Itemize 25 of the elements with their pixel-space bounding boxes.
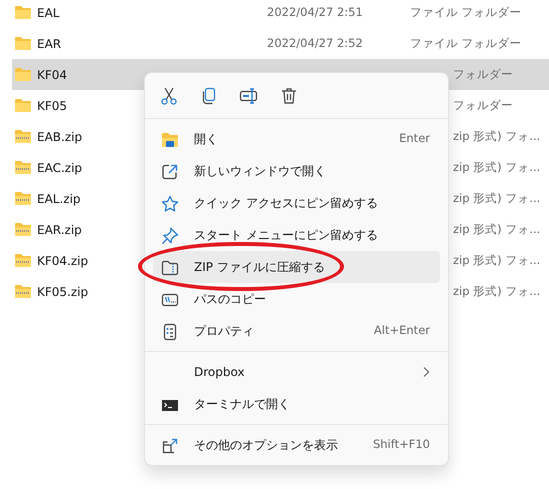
file-type: ファイル フォルダー xyxy=(410,4,522,21)
file-type: フォルダー xyxy=(453,66,513,83)
file-type: zip 形式) フォ... xyxy=(453,158,540,176)
file-type: zip 形式) フォ... xyxy=(453,190,540,207)
file-type: zip 形式) フォ... xyxy=(453,220,540,238)
file-name: KF04 xyxy=(37,66,68,84)
file-name: EAB.zip xyxy=(37,128,82,146)
file-name: EAR.zip xyxy=(37,222,82,238)
shortcut-text: Shift+F10 xyxy=(372,436,430,454)
file-type: zip 形式) フォ... xyxy=(453,282,540,300)
file-date: 2022/04/27 2:51 xyxy=(267,4,364,21)
file-name: KF05 xyxy=(37,98,68,114)
file-type: フォルダー xyxy=(453,96,513,114)
file-name: EAR xyxy=(37,36,62,52)
file-name: EAL.zip xyxy=(37,190,81,208)
file-date: 2022/04/27 2:52 xyxy=(267,34,364,52)
shortcut-text: Alt+Enter xyxy=(374,322,430,340)
file-type: zip 形式) フォ... xyxy=(453,128,540,145)
shortcut-text: Enter xyxy=(399,130,430,148)
file-name: EAC.zip xyxy=(37,160,82,176)
file-name: KF04.zip xyxy=(37,252,88,270)
file-name: KF05.zip xyxy=(37,284,88,300)
file-name: EAL xyxy=(37,4,60,22)
file-type: zip 形式) フォ... xyxy=(453,252,540,269)
file-type: ファイル フォルダー xyxy=(410,34,522,52)
